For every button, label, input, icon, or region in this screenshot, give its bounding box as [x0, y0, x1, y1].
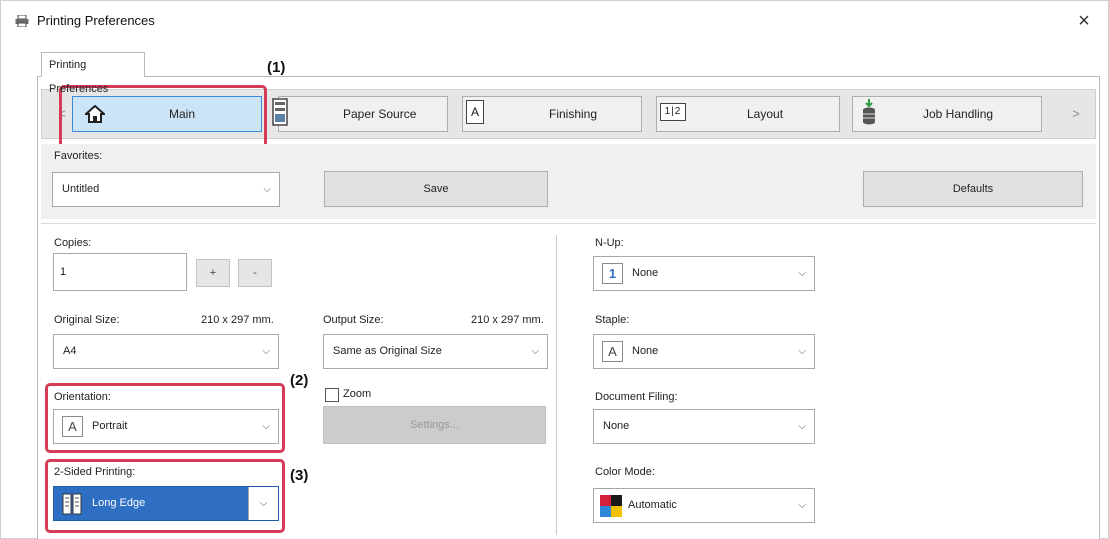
- n-up-dropdown[interactable]: 1 None ⌵: [593, 256, 815, 291]
- defaults-button[interactable]: Defaults: [863, 171, 1083, 207]
- copies-value: 1: [60, 266, 67, 278]
- scroll-right-button[interactable]: >: [1065, 99, 1087, 129]
- highlight-two-sided: [45, 459, 285, 533]
- output-size-dimensions: 210 x 297 mm.: [471, 314, 544, 326]
- n-up-value: None: [632, 267, 659, 279]
- finishing-icon: A: [466, 100, 484, 124]
- chevron-down-icon: ⌵: [798, 268, 806, 279]
- layout-icon: 1|2: [660, 103, 686, 121]
- tab-layout-label: Layout: [747, 107, 784, 121]
- chevron-down-icon: ⌵: [798, 421, 806, 432]
- favorites-label: Favorites:: [54, 150, 103, 162]
- step-1-label: (1): [267, 59, 286, 76]
- color-mode-dropdown[interactable]: Automatic ⌵: [593, 488, 815, 523]
- color-mode-label: Color Mode:: [595, 466, 655, 478]
- document-filing-value: None: [603, 420, 630, 432]
- tab-finishing[interactable]: A Finishing: [462, 96, 642, 132]
- tab-job-handling[interactable]: Job Handling: [852, 96, 1042, 132]
- n-up-label: N-Up:: [595, 237, 624, 249]
- favorites-section: Favorites: Untitled ⌵ Save Defaults: [41, 144, 1096, 219]
- save-button[interactable]: Save: [324, 171, 548, 207]
- staple-dropdown[interactable]: A None ⌵: [593, 334, 815, 369]
- printing-preferences-window: Printing Preferences × Printing Preferen…: [0, 0, 1109, 539]
- copies-input[interactable]: 1: [53, 253, 187, 291]
- copies-decrement-button[interactable]: -: [238, 259, 272, 287]
- n-up-icon: 1: [602, 263, 623, 284]
- column-divider: [556, 235, 557, 535]
- chevron-down-icon: ⌵: [531, 346, 539, 357]
- staple-label: Staple:: [595, 314, 630, 326]
- staple-icon: A: [602, 341, 623, 362]
- staple-value: None: [632, 345, 659, 357]
- color-mode-value: Automatic: [628, 499, 677, 511]
- tab-printing-preferences[interactable]: Printing Preferences: [41, 52, 145, 95]
- tab-paper-source-label: Paper Source: [343, 107, 417, 121]
- original-size-dimensions: 210 x 297 mm.: [201, 314, 274, 326]
- output-size-value: Same as Original Size: [333, 345, 442, 357]
- chevron-down-icon: ⌵: [263, 184, 271, 195]
- chevron-down-icon: ⌵: [798, 346, 806, 357]
- paper-tray-icon: [272, 98, 288, 126]
- highlight-orientation: [45, 383, 285, 453]
- window-title: Printing Preferences: [37, 13, 155, 28]
- section-divider: [41, 223, 1096, 224]
- output-size-label: Output Size:: [323, 314, 384, 326]
- color-mode-icon: [600, 495, 622, 517]
- original-size-label: Original Size:: [54, 314, 120, 326]
- zoom-label: Zoom: [343, 388, 372, 400]
- original-size-value: A4: [63, 345, 77, 357]
- document-filing-label: Document Filing:: [595, 391, 678, 403]
- tab-job-handling-label: Job Handling: [923, 107, 994, 121]
- printer-icon: [15, 15, 29, 27]
- output-size-dropdown[interactable]: Same as Original Size ⌵: [323, 334, 548, 369]
- close-button[interactable]: ×: [1070, 7, 1098, 35]
- copies-label: Copies:: [54, 237, 92, 249]
- copies-increment-button[interactable]: +: [196, 259, 230, 287]
- title-bar: Printing Preferences ×: [1, 1, 1108, 41]
- original-size-dropdown[interactable]: A4 ⌵: [53, 334, 279, 369]
- tab-paper-source[interactable]: Paper Source: [272, 96, 448, 132]
- document-filing-dropdown[interactable]: None ⌵: [593, 409, 815, 444]
- favorites-value: Untitled: [62, 183, 100, 195]
- tab-layout[interactable]: 1|2 Layout: [656, 96, 840, 132]
- tab-finishing-label: Finishing: [549, 107, 598, 121]
- job-handling-icon: [863, 99, 875, 125]
- favorites-dropdown[interactable]: Untitled ⌵: [52, 172, 280, 207]
- step-2-label: (2): [290, 372, 309, 389]
- chevron-down-icon: ⌵: [262, 346, 270, 357]
- step-3-label: (3): [290, 467, 309, 484]
- chevron-down-icon: ⌵: [798, 500, 806, 511]
- zoom-checkbox[interactable]: [325, 388, 339, 402]
- zoom-settings-button[interactable]: Settings...: [323, 406, 546, 444]
